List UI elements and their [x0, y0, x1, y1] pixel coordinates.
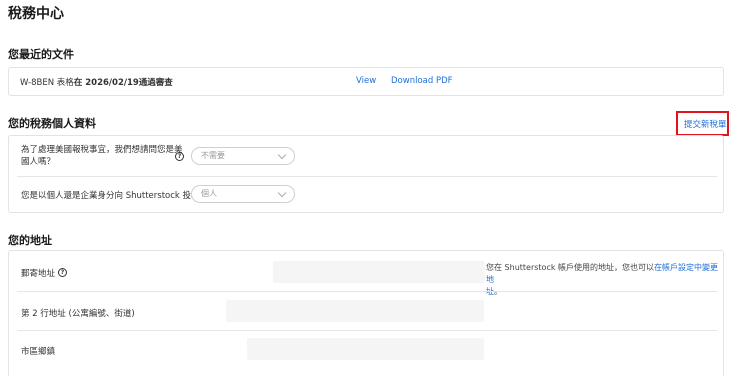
help-icon[interactable]: ?: [175, 152, 184, 161]
page-title: 稅務中心: [8, 6, 64, 22]
mailing-address-label: 郵寄地址: [21, 269, 56, 279]
city-label: 市區鄉鎮: [21, 347, 56, 357]
view-document-link[interactable]: View: [356, 76, 376, 86]
mailing-address-field[interactable]: [273, 261, 485, 283]
tax-profile-title: 您的稅務個人資料: [8, 117, 96, 130]
address-title: 您的地址: [8, 234, 52, 247]
us-person-select[interactable]: 不需要: [191, 147, 295, 165]
submit-new-tax-form-link[interactable]: 提交新稅單: [684, 118, 727, 130]
city-field[interactable]: [247, 338, 484, 360]
address-card: 郵寄地址 ? 您在 Shutterstock 帳戶使用的地址，您也可以在帳戶設定…: [8, 250, 724, 376]
divider: [17, 291, 717, 292]
document-status: W-8BEN 表格在 2026/02/19通過審查: [20, 76, 173, 88]
recent-docs-card: W-8BEN 表格在 2026/02/19通過審查 View Download …: [8, 67, 724, 96]
us-person-select-value: 不需要: [201, 151, 225, 160]
document-name: W-8BEN 表格: [20, 78, 74, 88]
divider: [17, 176, 717, 177]
address-line2-field[interactable]: [226, 300, 484, 322]
entity-type-select-value: 個人: [201, 189, 217, 198]
tax-profile-card: 為了處理美國報稅事宜，我們想請問您是美 國人嗎？ ? 不需要 您是以個人還是企業…: [8, 135, 724, 213]
help-icon[interactable]: ?: [58, 268, 67, 277]
us-person-question-line1: 為了處理美國報稅事宜，我們想請問您是美: [21, 145, 183, 155]
document-review-status: 在 2026/02/19通過審查: [73, 78, 173, 88]
us-person-question-line2: 國人嗎？: [21, 157, 56, 167]
address-note-text: 您在 Shutterstock 帳戶使用的地址，您也可以: [486, 263, 655, 272]
address-note: 您在 Shutterstock 帳戶使用的地址，您也可以在帳戶設定中變更地址。: [486, 262, 721, 298]
us-person-question: 為了處理美國報稅事宜，我們想請問您是美 國人嗎？: [21, 144, 183, 168]
address-line2-label: 第 2 行地址 (公寓編號、街道): [21, 309, 135, 319]
recent-docs-title: 您最近的文件: [8, 48, 74, 61]
download-pdf-link[interactable]: Download PDF: [391, 76, 453, 86]
divider: [17, 330, 717, 331]
chevron-down-icon: [277, 150, 287, 160]
entity-type-select[interactable]: 個人: [191, 185, 295, 203]
chevron-down-icon: [277, 188, 287, 198]
entity-type-question: 您是以個人還是企業身分向 Shutterstock 投稿？: [21, 191, 209, 201]
